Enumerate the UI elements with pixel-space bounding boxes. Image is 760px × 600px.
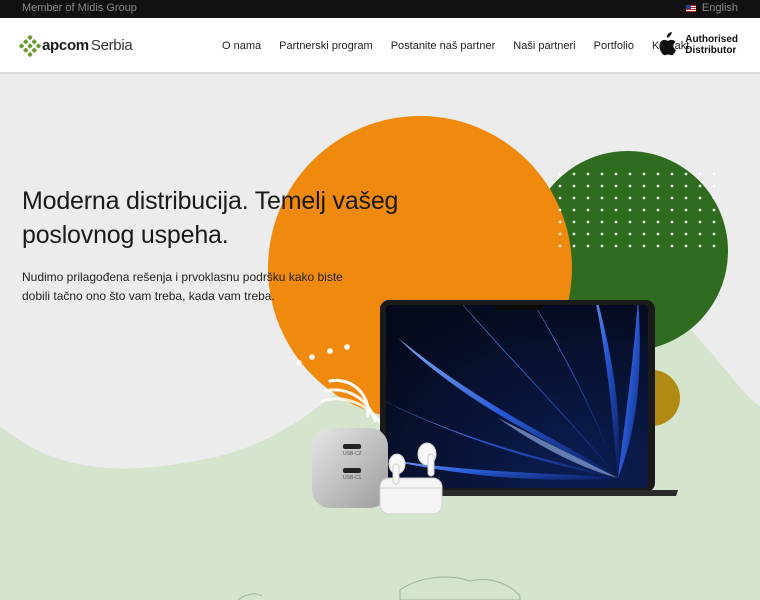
top-bar: Member of Midis Group English	[0, 0, 760, 18]
usb-charger-illustration	[312, 428, 388, 508]
hero-headline: Moderna distribucija. Temelj vašeg poslo…	[22, 184, 452, 252]
language-label: English	[701, 2, 738, 14]
us-flag-icon	[685, 4, 696, 12]
hero-subtitle: Nudimo prilagođena rešenja i prvoklasnu …	[22, 268, 352, 306]
hero-section: USB-C2 USB-C1 Moderna distribucija. Teme…	[0, 76, 760, 600]
badge-text: Authorised Distributor	[685, 34, 738, 56]
apple-authorised-distributor-badge: Authorised Distributor	[655, 32, 738, 58]
badge-line-1: Authorised	[685, 34, 738, 45]
apple-logo-icon	[659, 32, 677, 56]
charger-port-label-2: USB-C1	[343, 475, 362, 481]
nav-item-portfolio[interactable]: Portfolio	[594, 40, 634, 52]
nav-item-o-nama[interactable]: O nama	[222, 40, 261, 52]
logo-region: Serbia	[90, 37, 133, 54]
apcom-logo[interactable]: apcom Serbia	[18, 34, 133, 57]
badge-line-2: Distributor	[685, 45, 737, 56]
site-header: apcom Serbia O nama Partnerski program Po…	[0, 18, 760, 74]
main-nav: O nama Partnerski program Postanite naš …	[222, 40, 689, 52]
nav-item-partnerski-program[interactable]: Partnerski program	[279, 40, 373, 52]
nav-item-postanite-partner[interactable]: Postanite naš partner	[391, 40, 496, 52]
hero-artwork	[0, 116, 760, 600]
hero-subtitle-line-1: Nudimo prilagođena rešenja i prvoklasnu …	[22, 270, 343, 284]
hero-headline-line-1: Moderna distribucija. Temelj vašeg	[22, 187, 399, 215]
charger-port-label-1: USB-C2	[343, 451, 362, 457]
hero-subtitle-line-2: dobili tačno ono što vam treba, kada vam…	[22, 289, 275, 303]
logo-text: apcom Serbia	[42, 37, 133, 54]
apcom-logo-icon	[18, 34, 42, 57]
member-of-group-text: Member of Midis Group	[22, 2, 137, 14]
hero-headline-line-2: poslovnog uspeha.	[22, 221, 229, 249]
language-selector[interactable]: English	[685, 2, 738, 14]
nav-item-nasi-partneri[interactable]: Naši partneri	[513, 40, 575, 52]
logo-brand: apcom	[42, 37, 89, 54]
